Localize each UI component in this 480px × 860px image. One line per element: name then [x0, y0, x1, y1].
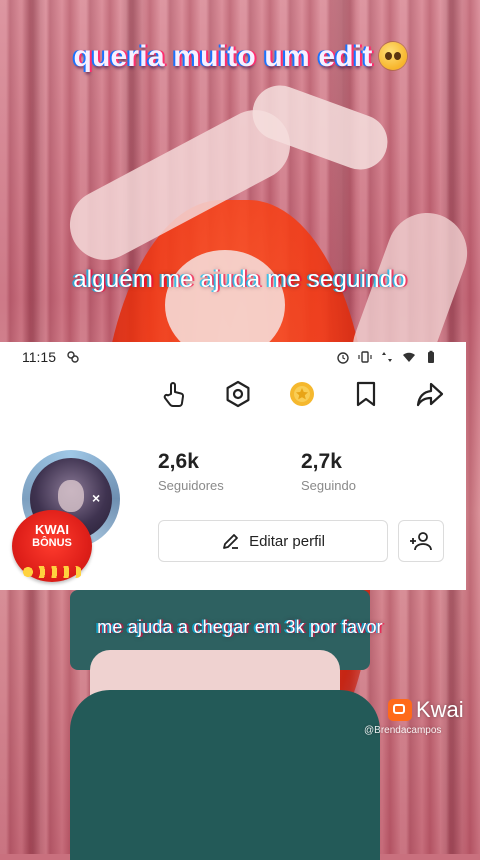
data-arrows-icon	[382, 352, 392, 362]
followers-stat[interactable]: 2,6k Seguidores	[158, 450, 224, 493]
followers-count: 2,6k	[158, 450, 199, 473]
pencil-icon	[223, 534, 239, 549]
following-count: 2,7k	[301, 450, 342, 473]
following-label: Seguindo	[301, 478, 356, 493]
kwai-bonus-badge[interactable]: KWAI BÔNUS	[12, 510, 92, 582]
hand-pointer-icon[interactable]	[158, 378, 190, 410]
bonus-title: KWAI	[35, 522, 69, 537]
wifi-icon	[403, 352, 415, 362]
person-pants	[70, 690, 380, 860]
caption-top: queria muito um edit	[0, 40, 480, 74]
edit-profile-button[interactable]: Editar perfil	[158, 520, 388, 562]
status-bar: 11:15	[0, 342, 466, 372]
coins-icon	[22, 566, 82, 578]
pleading-face-emoji-icon	[378, 42, 407, 70]
status-time: 11:15	[22, 349, 56, 365]
kwai-logo-icon	[388, 699, 412, 721]
coin-icon[interactable]	[286, 378, 318, 410]
add-friend-button[interactable]	[398, 520, 444, 562]
alarm-icon	[337, 352, 349, 364]
caption-bottom: me ajuda a chegar em 3k por favor	[97, 617, 383, 637]
notification-icon	[67, 351, 79, 363]
kwai-watermark: Kwai @Brendacampos	[364, 697, 464, 736]
profile-screenshot: 11:15 × KWAI BÔNUS 2,6k Seguidores 2,7k …	[0, 342, 466, 590]
avatar[interactable]: × KWAI BÔNUS	[12, 446, 130, 582]
bonus-subtitle: BÔNUS	[32, 537, 72, 549]
battery-icon	[428, 350, 434, 363]
creator-handle: @Brendacampos	[364, 725, 442, 736]
caption-top-text: queria muito um edit	[73, 40, 373, 73]
vibrate-icon	[358, 351, 372, 363]
profile-toolbar	[158, 378, 446, 410]
share-icon[interactable]	[414, 378, 446, 410]
caption-middle: alguém me ajuda me seguindo	[73, 266, 407, 293]
following-stat[interactable]: 2,7k Seguindo	[301, 450, 356, 493]
add-user-icon	[410, 532, 432, 551]
hexagon-settings-icon[interactable]	[222, 378, 254, 410]
bookmark-icon[interactable]	[350, 378, 382, 410]
edit-profile-label: Editar perfil	[249, 532, 325, 550]
kwai-brand: Kwai	[416, 697, 464, 722]
followers-label: Seguidores	[158, 478, 224, 493]
close-icon[interactable]: ×	[92, 490, 100, 506]
